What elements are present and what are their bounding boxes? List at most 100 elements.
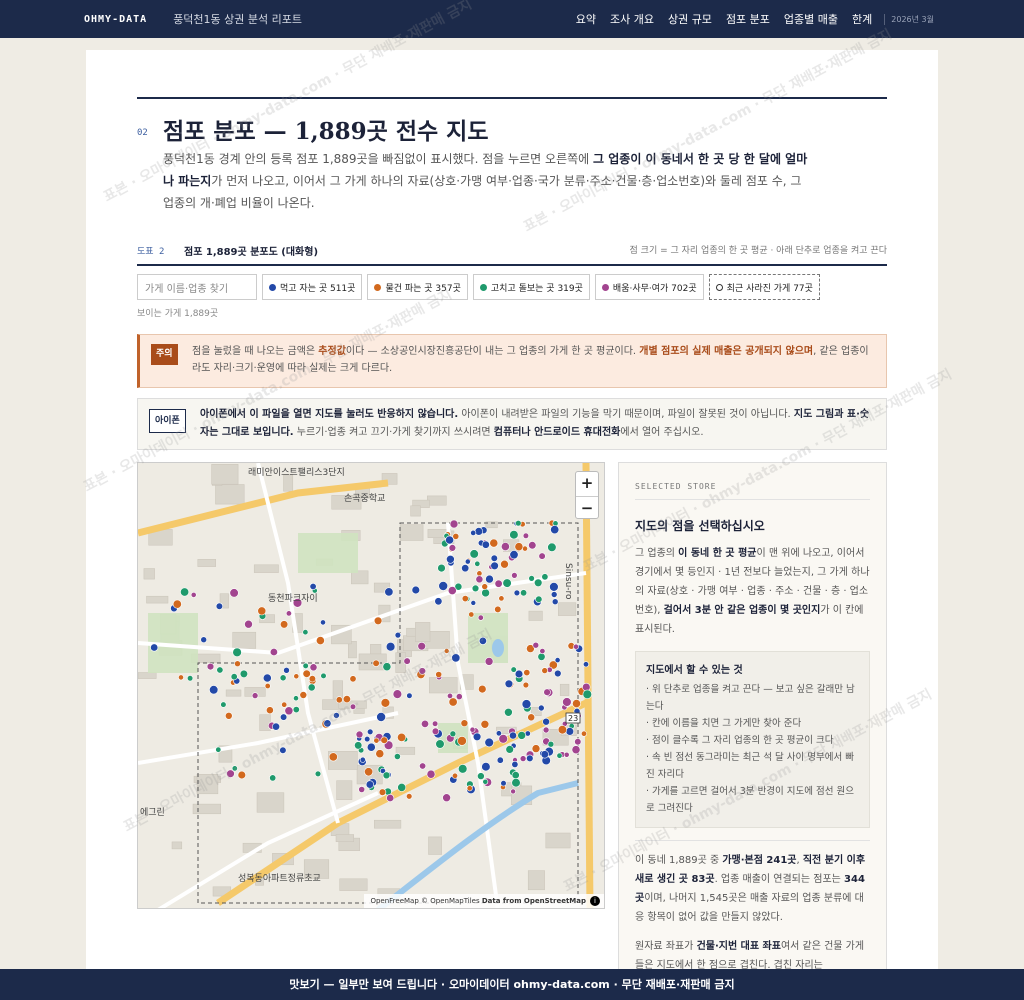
store-dot[interactable] bbox=[264, 683, 271, 690]
store-dot[interactable] bbox=[542, 726, 550, 734]
store-dot[interactable] bbox=[355, 730, 364, 739]
store-dot[interactable] bbox=[372, 659, 380, 667]
nav-scale[interactable]: 상권 규모 bbox=[668, 11, 712, 27]
store-dot[interactable] bbox=[186, 675, 194, 682]
store-dot[interactable] bbox=[469, 726, 476, 733]
store-dot[interactable] bbox=[446, 555, 455, 564]
store-dot[interactable] bbox=[474, 527, 483, 536]
store-dot[interactable] bbox=[172, 599, 182, 609]
store-dot[interactable] bbox=[554, 657, 561, 663]
store-dot[interactable] bbox=[485, 574, 494, 584]
store-dot[interactable] bbox=[431, 727, 440, 735]
store-dot[interactable] bbox=[495, 730, 502, 737]
store-dot[interactable] bbox=[522, 532, 530, 539]
store-dot[interactable] bbox=[500, 780, 507, 787]
store-dot[interactable] bbox=[457, 736, 467, 746]
store-dot[interactable] bbox=[279, 674, 287, 682]
store-dot[interactable] bbox=[532, 641, 540, 649]
store-dot[interactable] bbox=[538, 552, 546, 560]
store-dot[interactable] bbox=[504, 679, 514, 689]
store-dot[interactable] bbox=[484, 657, 494, 666]
store-dot[interactable] bbox=[209, 685, 219, 695]
store-dot[interactable] bbox=[178, 674, 184, 681]
store-dot[interactable] bbox=[542, 717, 550, 726]
store-dot[interactable] bbox=[556, 752, 563, 759]
store-dot[interactable] bbox=[449, 519, 459, 529]
store-dot[interactable] bbox=[477, 772, 485, 780]
store-dot[interactable] bbox=[547, 542, 557, 552]
store-dot[interactable] bbox=[541, 573, 549, 581]
store-dot[interactable] bbox=[309, 583, 317, 591]
store-dot[interactable] bbox=[385, 642, 396, 652]
store-dot[interactable] bbox=[511, 771, 520, 780]
store-dot[interactable] bbox=[471, 584, 480, 593]
store-dot[interactable] bbox=[474, 560, 481, 567]
store-dot[interactable] bbox=[293, 673, 300, 680]
store-dot[interactable] bbox=[460, 719, 469, 728]
store-dot[interactable] bbox=[514, 542, 524, 552]
store-dot[interactable] bbox=[505, 745, 514, 754]
store-dot[interactable] bbox=[315, 636, 325, 645]
store-dot[interactable] bbox=[449, 730, 457, 738]
store-dot[interactable] bbox=[367, 728, 374, 735]
store-dot[interactable] bbox=[472, 732, 482, 741]
store-dot[interactable] bbox=[220, 701, 227, 708]
brand-logo[interactable]: OHMY-DATA bbox=[84, 14, 147, 25]
store-dot[interactable] bbox=[302, 629, 309, 636]
store-dot[interactable] bbox=[293, 695, 299, 702]
store-dot[interactable] bbox=[284, 706, 294, 716]
store-dot[interactable] bbox=[229, 588, 239, 598]
store-dot[interactable] bbox=[481, 762, 491, 772]
store-dot[interactable] bbox=[349, 675, 357, 683]
nav-sales[interactable]: 업종별 매출 bbox=[784, 11, 838, 27]
store-dot[interactable] bbox=[455, 693, 463, 700]
store-dot[interactable] bbox=[515, 519, 522, 527]
store-dot[interactable] bbox=[328, 752, 338, 762]
store-dot[interactable] bbox=[438, 581, 449, 591]
store-dot[interactable] bbox=[442, 793, 451, 803]
store-dot[interactable] bbox=[537, 704, 545, 712]
store-dot[interactable] bbox=[490, 561, 499, 571]
store-dot[interactable] bbox=[269, 648, 278, 657]
store-dot[interactable] bbox=[531, 744, 541, 753]
store-dot[interactable] bbox=[550, 525, 560, 535]
store-dot[interactable] bbox=[551, 598, 559, 605]
store-dot[interactable] bbox=[470, 529, 477, 536]
store-dot[interactable] bbox=[504, 708, 513, 717]
store-dot[interactable] bbox=[378, 788, 387, 796]
store-dot[interactable] bbox=[320, 619, 326, 626]
store-dot[interactable] bbox=[511, 572, 518, 579]
store-dot[interactable] bbox=[406, 793, 413, 800]
store-dot[interactable] bbox=[494, 605, 502, 613]
store-dot[interactable] bbox=[526, 754, 534, 762]
store-dot[interactable] bbox=[432, 720, 439, 727]
store-dot[interactable] bbox=[520, 589, 528, 597]
nav-summary[interactable]: 요약 bbox=[576, 11, 596, 27]
store-dot[interactable] bbox=[393, 753, 401, 760]
store-dot[interactable] bbox=[285, 610, 292, 617]
store-dot[interactable] bbox=[380, 698, 391, 708]
store-dot[interactable] bbox=[540, 750, 549, 759]
store-dot[interactable] bbox=[522, 681, 530, 689]
info-icon[interactable]: i bbox=[590, 896, 600, 906]
store-dot[interactable] bbox=[482, 778, 489, 785]
store-dot[interactable] bbox=[180, 587, 190, 597]
store-dot[interactable] bbox=[226, 769, 235, 778]
filter-chip-office[interactable]: 배움·사무·여가 702곳 bbox=[594, 274, 704, 300]
store-dot[interactable] bbox=[237, 770, 247, 780]
store-dot[interactable] bbox=[443, 648, 450, 654]
store-dot[interactable] bbox=[510, 788, 516, 795]
store-dot[interactable] bbox=[543, 688, 551, 696]
store-dot[interactable] bbox=[279, 746, 287, 754]
store-dot[interactable] bbox=[468, 611, 475, 618]
store-dot[interactable] bbox=[541, 667, 549, 674]
store-dot[interactable] bbox=[573, 643, 579, 650]
store-dot[interactable] bbox=[448, 697, 458, 707]
store-dot[interactable] bbox=[257, 606, 267, 616]
store-dot[interactable] bbox=[283, 667, 290, 674]
store-dot[interactable] bbox=[451, 653, 461, 663]
zoom-out-button[interactable]: − bbox=[576, 496, 598, 520]
filter-chip-food[interactable]: 먹고 자는 곳 511곳 bbox=[262, 274, 363, 300]
store-dot[interactable] bbox=[411, 585, 420, 595]
store-dot[interactable] bbox=[528, 575, 535, 582]
